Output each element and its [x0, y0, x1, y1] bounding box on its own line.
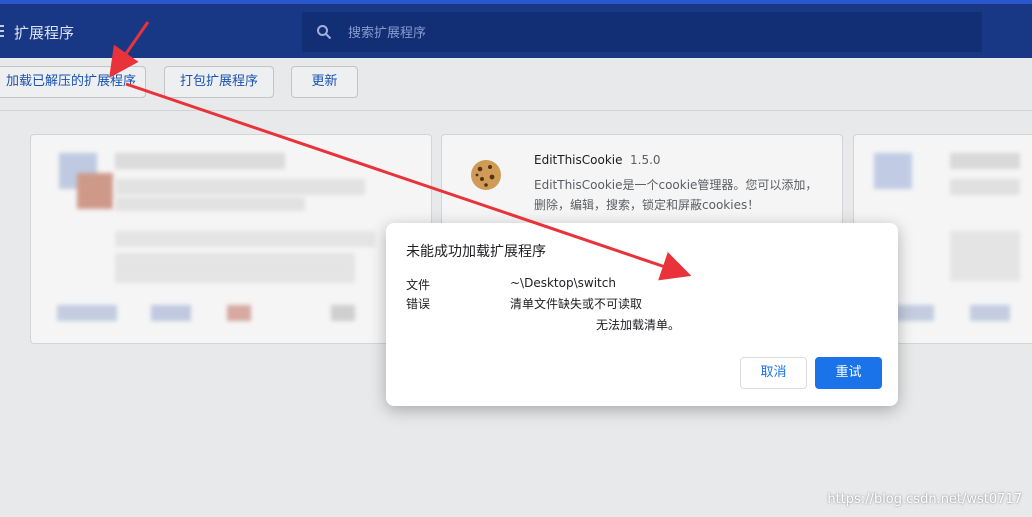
retry-button[interactable]: 重试 [815, 357, 882, 389]
watermark: https://blog.csdn.net/wst0717 [827, 492, 1022, 507]
cancel-button[interactable]: 取消 [740, 357, 807, 389]
error-detail: 无法加载清单。 [596, 318, 681, 332]
error-value: 清单文件缺失或不可读取 [510, 297, 643, 311]
file-label: 文件 [406, 278, 431, 292]
load-error-dialog: 未能成功加载扩展程序 文件 ~\Desktop\switch 错误 清单文件缺失… [386, 223, 898, 406]
error-label: 错误 [406, 297, 431, 311]
file-value: ~\Desktop\switch [510, 276, 616, 290]
dialog-title: 未能成功加载扩展程序 [406, 244, 546, 260]
